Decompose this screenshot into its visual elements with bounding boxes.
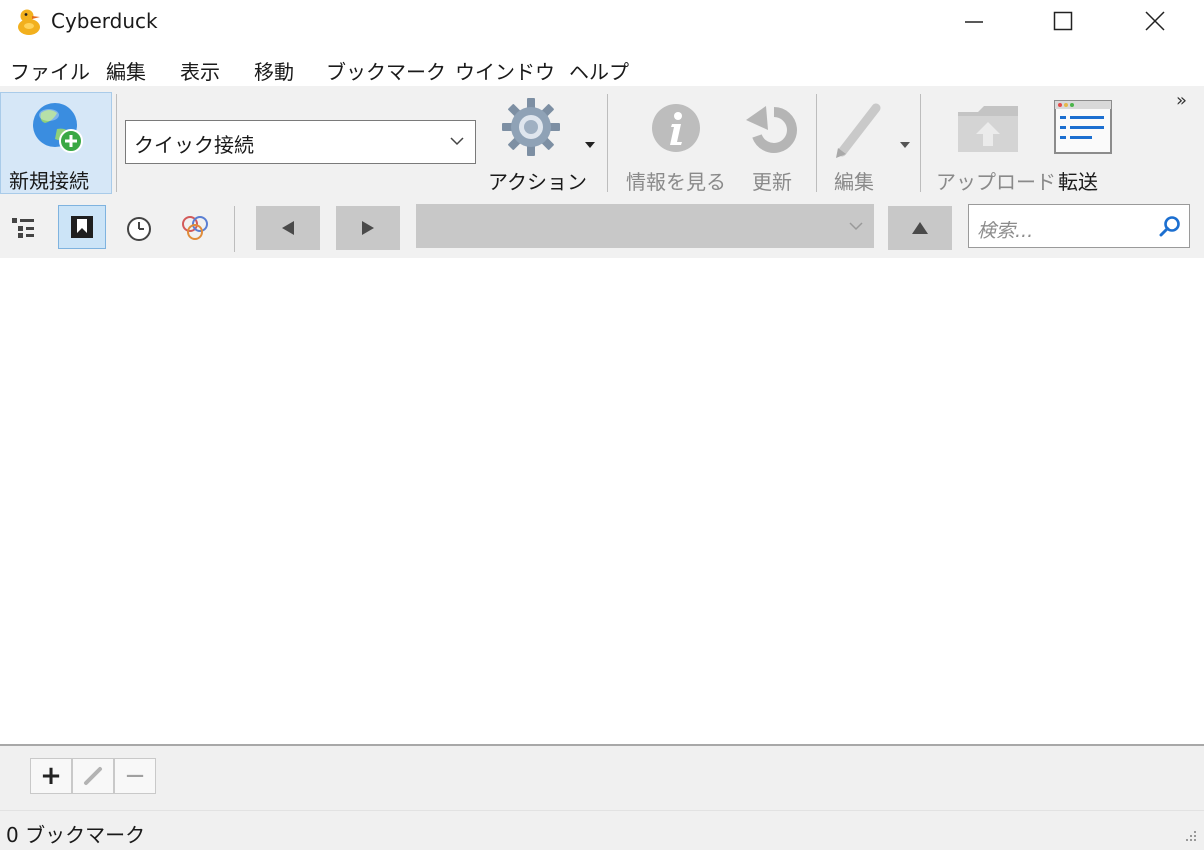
globe-add-icon [33,103,83,153]
transfers-label: 転送 [1058,170,1098,194]
menu-file[interactable]: ファイル [10,56,90,85]
toolbar-separator [116,94,117,192]
dropdown-arrow-icon [585,142,595,148]
menu-bar: ファイル 編集 表示 移動 ブックマーク ウインドウ ヘルプ [0,52,1204,86]
forward-button[interactable] [336,206,400,250]
remove-bookmark-button[interactable]: − [114,758,156,794]
quick-connect-text: クイック接続 [134,133,254,157]
refresh-icon [746,106,797,153]
cyberduck-app-icon [18,9,40,35]
action-button[interactable]: アクション [486,94,602,194]
upload-folder-icon [958,106,1018,152]
window-title: Cyberduck [51,9,158,33]
bookmarks-view-button[interactable] [58,205,106,249]
upload-label: アップロード [936,170,1056,194]
status-text: 0 ブックマーク [6,823,146,847]
info-icon [652,104,700,152]
history-view-button[interactable] [122,210,156,244]
toolbar-overflow-button[interactable]: » [1176,90,1187,111]
toolbar-separator [920,94,921,192]
menu-help[interactable]: ヘルプ [569,56,629,85]
bookmark-actions-bar: + − [0,746,1204,810]
quick-connect-combobox[interactable]: クイック接続 [125,120,476,164]
add-bookmark-button[interactable]: + [30,758,72,794]
upload-button[interactable]: アップロード [930,94,1056,194]
search-placeholder: 検索... [977,220,1034,242]
parent-folder-icon [912,222,928,234]
get-info-button[interactable]: 情報を見る [622,94,734,194]
outline-view-icon [12,218,34,238]
minimize-button[interactable] [951,0,997,42]
new-connection-label: 新規接続 [9,169,89,193]
toolbar-separator [816,94,817,192]
outline-view-button[interactable] [8,210,42,244]
chevron-down-icon [450,137,464,146]
menu-go[interactable]: 移動 [254,56,294,85]
resize-grip-icon[interactable] [1182,829,1198,845]
pencil-icon [836,103,881,158]
maximize-icon [1053,11,1073,31]
bonjour-icon [182,216,208,240]
history-icon [127,217,151,241]
title-bar: Cyberduck [0,0,1204,42]
back-button[interactable] [256,206,320,250]
parent-folder-button[interactable] [888,206,952,250]
navigation-toolbar: 検索... [0,196,1204,258]
gear-icon [502,98,560,156]
transfers-button[interactable]: 転送 [1048,94,1120,194]
toolbar-separator [607,94,608,192]
refresh-label: 更新 [752,170,792,194]
forward-icon [362,221,374,235]
edit-bookmark-button[interactable] [72,758,114,794]
menu-window[interactable]: ウインドウ [455,56,555,85]
edit-button[interactable]: 編集 [826,94,918,194]
search-icon[interactable] [1159,215,1181,237]
toolbar-separator [234,206,235,252]
menu-bookmarks[interactable]: ブックマーク [326,56,446,85]
edit-label: 編集 [834,170,874,194]
get-info-label: 情報を見る [626,170,726,194]
close-button[interactable] [1132,0,1178,42]
menu-edit[interactable]: 編集 [106,56,146,85]
pencil-icon [84,767,102,785]
dropdown-arrow-icon [900,142,910,148]
back-icon [282,221,294,235]
maximize-button[interactable] [1040,0,1086,42]
path-combobox[interactable] [416,204,874,248]
minimize-icon [965,21,983,23]
new-connection-button[interactable]: 新規接続 [0,92,112,194]
bonjour-view-button[interactable] [176,210,216,244]
main-toolbar: 新規接続 クイック接続 アクション 情報を見る 更新 編集 アップロード 転送 … [0,86,1204,196]
close-icon [1145,11,1165,31]
action-label: アクション [488,170,587,194]
search-field[interactable]: 検索... [968,204,1190,248]
bookmark-list[interactable] [0,258,1204,744]
menu-view[interactable]: 表示 [180,56,220,85]
status-bar: 0 ブックマーク [0,810,1204,850]
chevron-down-icon [849,222,863,231]
bookmark-icon [71,216,93,238]
refresh-button[interactable]: 更新 [742,94,806,194]
transfers-window-icon [1054,100,1112,154]
